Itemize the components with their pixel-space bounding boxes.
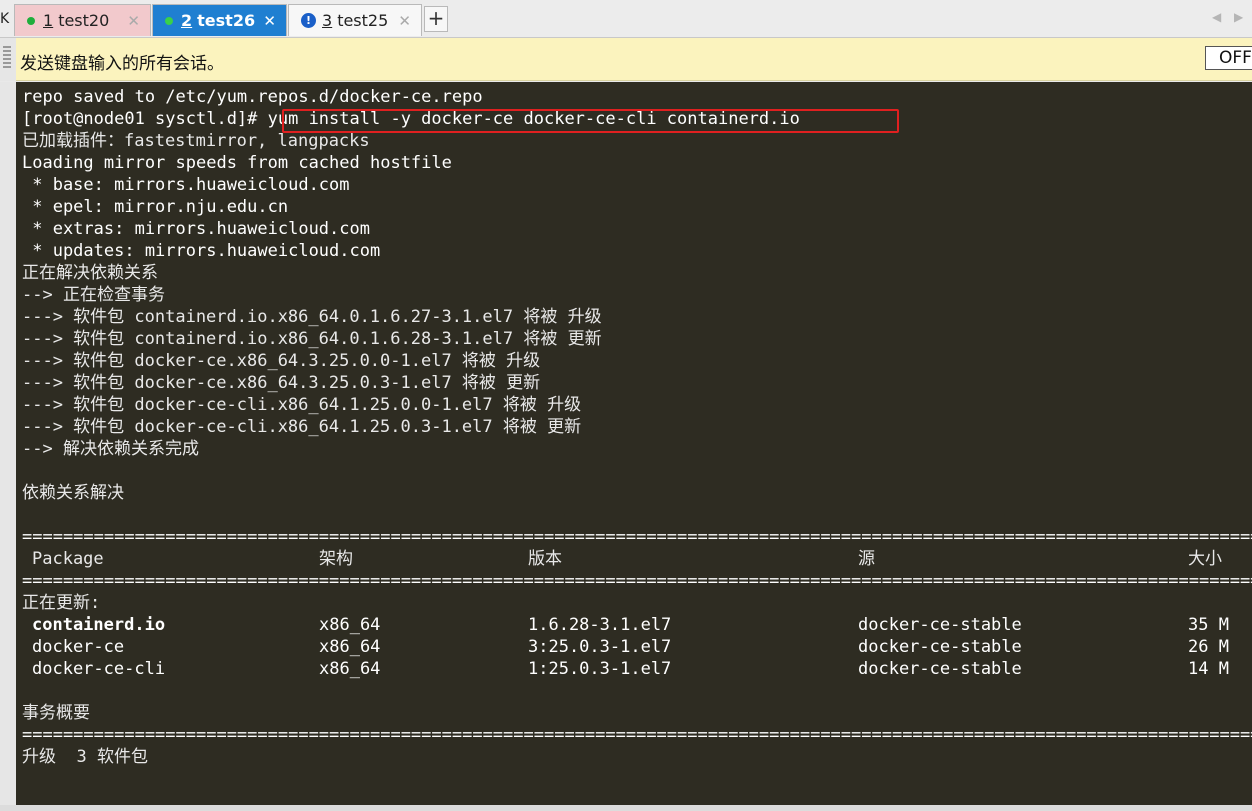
package-name: docker-ce-cli: [32, 659, 166, 679]
side-gutter: [0, 38, 16, 81]
new-tab-button[interactable]: +: [424, 6, 448, 32]
package-arch: x86_64: [319, 615, 381, 635]
terminal-output[interactable]: repo saved to /etc/yum.repos.d/docker-ce…: [16, 82, 1252, 805]
terminal-line: 已加载插件：fastestmirror, langpacks: [22, 131, 370, 151]
package-repo: docker-ce-stable: [858, 615, 1022, 635]
status-dot-icon: [27, 16, 35, 25]
tab-next-icon[interactable]: ▶: [1234, 10, 1243, 24]
terminal-line: 正在更新:: [22, 593, 101, 613]
tab-title: test20: [58, 11, 110, 30]
terminal-line: ---> 软件包 containerd.io.x86_64.0.1.6.27-3…: [22, 307, 602, 327]
tab-number: 3: [322, 11, 333, 30]
separator-line: ========================================…: [22, 571, 1252, 591]
bottom-strip: [0, 805, 1252, 811]
warning-icon: !: [301, 13, 316, 28]
package-size: 14 M: [1188, 659, 1229, 679]
table-row: containerd.io x86_64 1.6.28-3.1.el7 dock…: [22, 614, 1242, 636]
package-size: 26 M: [1188, 637, 1229, 657]
terminal-line: Loading mirror speeds from cached hostfi…: [22, 153, 452, 173]
terminal-line: ---> 软件包 docker-ce-cli.x86_64.1.25.0.3-1…: [22, 417, 582, 437]
terminal-line: --> 解决依赖关系完成: [22, 439, 199, 459]
tab-prev-icon[interactable]: ◀: [1212, 10, 1221, 24]
package-version: 1.6.28-3.1.el7: [528, 615, 672, 635]
package-arch: x86_64: [319, 659, 381, 679]
tab-test26[interactable]: 2 test26 ✕: [152, 4, 287, 36]
tab-number: 2: [181, 11, 193, 30]
tab-bar: K 1 test20 ✕ 2 test26 ✕ ! 3 test25 ✕ + ◀…: [0, 0, 1252, 38]
terminal-line: 依赖关系解决: [22, 483, 124, 503]
tab-title: test26: [197, 11, 256, 30]
terminal-line: 事务概要: [22, 703, 90, 723]
terminal-line: * updates: mirrors.huaweicloud.com: [22, 241, 381, 261]
table-header: Package 架构 版本 源 大小: [22, 548, 1242, 570]
terminal-line: 升级 3 软件包: [22, 747, 148, 767]
header-repo: 源: [858, 549, 875, 569]
close-icon[interactable]: ✕: [263, 12, 276, 30]
table-row: docker-ce-cli x86_64 1:25.0.3-1.el7 dock…: [22, 658, 1242, 680]
off-button[interactable]: OFF: [1205, 46, 1252, 70]
terminal-line: ---> 软件包 docker-ce.x86_64.3.25.0.3-1.el7…: [22, 373, 541, 393]
close-icon[interactable]: ✕: [127, 12, 140, 30]
grip-icon: [3, 46, 11, 68]
header-size: 大小: [1188, 549, 1222, 569]
terminal-line: ---> 软件包 containerd.io.x86_64.0.1.6.28-3…: [22, 329, 602, 349]
terminal-line: 正在解决依赖关系: [22, 263, 158, 283]
command-highlight-box: [282, 109, 899, 133]
close-icon[interactable]: ✕: [398, 12, 411, 30]
broadcast-notice-bar: 发送键盘输入的所有会话。 OFF: [0, 38, 1252, 81]
header-version: 版本: [528, 549, 562, 569]
package-version: 3:25.0.3-1.el7: [528, 637, 672, 657]
header-package: Package: [32, 549, 104, 569]
tab-title: test25: [337, 11, 389, 30]
package-repo: docker-ce-stable: [858, 659, 1022, 679]
terminal-line: * epel: mirror.nju.edu.cn: [22, 197, 289, 217]
tab-scroll-left-button[interactable]: K: [0, 6, 12, 32]
terminal-gutter: [0, 82, 16, 811]
terminal-line: ---> 软件包 docker-ce.x86_64.3.25.0.0-1.el7…: [22, 351, 541, 371]
terminal-line: repo saved to /etc/yum.repos.d/docker-ce…: [22, 87, 483, 107]
package-name: docker-ce: [32, 637, 125, 657]
notice-text: 发送键盘输入的所有会话。: [20, 54, 224, 74]
separator-line: ========================================…: [22, 527, 1252, 547]
header-arch: 架构: [319, 549, 353, 569]
status-dot-icon: [165, 16, 173, 25]
tab-test20[interactable]: 1 test20 ✕: [14, 4, 151, 36]
table-row: docker-ce x86_64 3:25.0.3-1.el7 docker-c…: [22, 636, 1242, 658]
package-version: 1:25.0.3-1.el7: [528, 659, 672, 679]
package-repo: docker-ce-stable: [858, 637, 1022, 657]
tab-number: 1: [43, 11, 54, 30]
terminal-line: ---> 软件包 docker-ce-cli.x86_64.1.25.0.0-1…: [22, 395, 582, 415]
terminal-line: --> 正在检查事务: [22, 285, 165, 305]
package-name: containerd.io: [32, 615, 166, 635]
package-arch: x86_64: [319, 637, 381, 657]
tab-test25[interactable]: ! 3 test25 ✕: [288, 4, 422, 36]
terminal-line: * base: mirrors.huaweicloud.com: [22, 175, 350, 195]
separator-line: ========================================…: [22, 725, 1252, 745]
package-size: 35 M: [1188, 615, 1229, 635]
terminal-line: * extras: mirrors.huaweicloud.com: [22, 219, 370, 239]
